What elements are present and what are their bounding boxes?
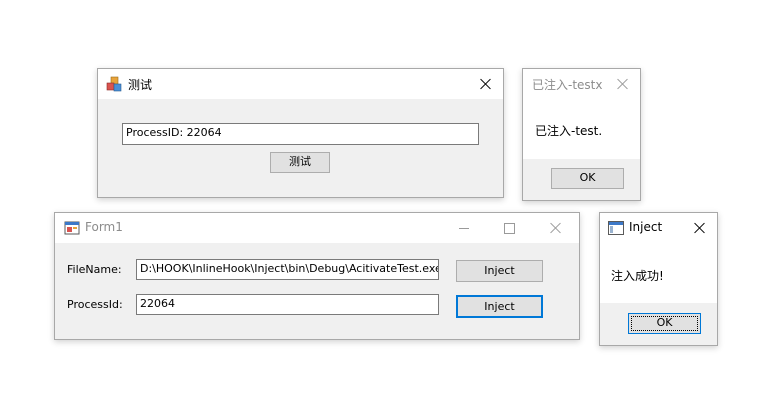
form1-client: FileName: D:\HOOK\InlineHook\Inject\bin\… (55, 243, 579, 339)
test-button[interactable]: 测试 (270, 152, 330, 173)
app-blocks-icon (106, 76, 122, 92)
close-icon (617, 78, 629, 90)
inject-message-titlebar[interactable]: Inject (600, 213, 717, 243)
test-window: 测试 ProcessID: 22064 测试 (97, 68, 504, 198)
test-window-titlebar[interactable]: 测试 (98, 69, 503, 99)
injected-message-body: 已注入-test. (523, 99, 640, 159)
inject-message-box: Inject 注入成功! OK (599, 212, 718, 346)
inject-message-title: Inject (629, 220, 663, 234)
test-window-title: 测试 (128, 78, 153, 92)
ok-button[interactable]: OK (628, 313, 701, 334)
close-button[interactable] (539, 213, 573, 243)
close-icon (550, 222, 562, 234)
injected-message-text: 已注入-test. (535, 124, 603, 138)
injected-message-titlebar[interactable]: 已注入-testx (523, 69, 640, 99)
process-id-textbox[interactable]: 22064 (136, 294, 439, 315)
close-button[interactable] (683, 213, 717, 243)
close-button[interactable] (469, 69, 503, 99)
inject-message-body: 注入成功! (600, 243, 717, 303)
injected-message-title: 已注入-testx (532, 78, 603, 92)
filename-label: FileName: (67, 263, 122, 276)
close-icon (480, 78, 492, 90)
inject-process-button[interactable]: Inject (456, 295, 543, 318)
close-button[interactable] (606, 69, 640, 99)
close-icon (694, 222, 706, 234)
window-icon (608, 221, 624, 237)
form1-title: Form1 (85, 220, 123, 234)
form1-titlebar[interactable]: Form1 (55, 213, 579, 243)
inject-message-text: 注入成功! (611, 269, 664, 283)
process-id-textbox[interactable]: ProcessID: 22064 (122, 123, 479, 145)
process-id-label: ProcessId: (67, 298, 123, 311)
ok-button[interactable]: OK (551, 168, 624, 189)
injected-message-box: 已注入-testx 已注入-test. OK (522, 68, 641, 201)
minimize-icon (459, 227, 469, 229)
filename-textbox[interactable]: D:\HOOK\InlineHook\Inject\bin\Debug\Acit… (136, 259, 439, 280)
minimize-button[interactable] (447, 213, 481, 243)
test-window-client: ProcessID: 22064 测试 (98, 99, 503, 197)
form1-window: Form1 FileName: D:\HOOK\InlineHook\Injec… (54, 212, 580, 340)
form-app-icon (64, 220, 80, 236)
maximize-icon (503, 222, 515, 234)
inject-file-button[interactable]: Inject (456, 260, 543, 282)
maximize-button[interactable] (492, 213, 526, 243)
